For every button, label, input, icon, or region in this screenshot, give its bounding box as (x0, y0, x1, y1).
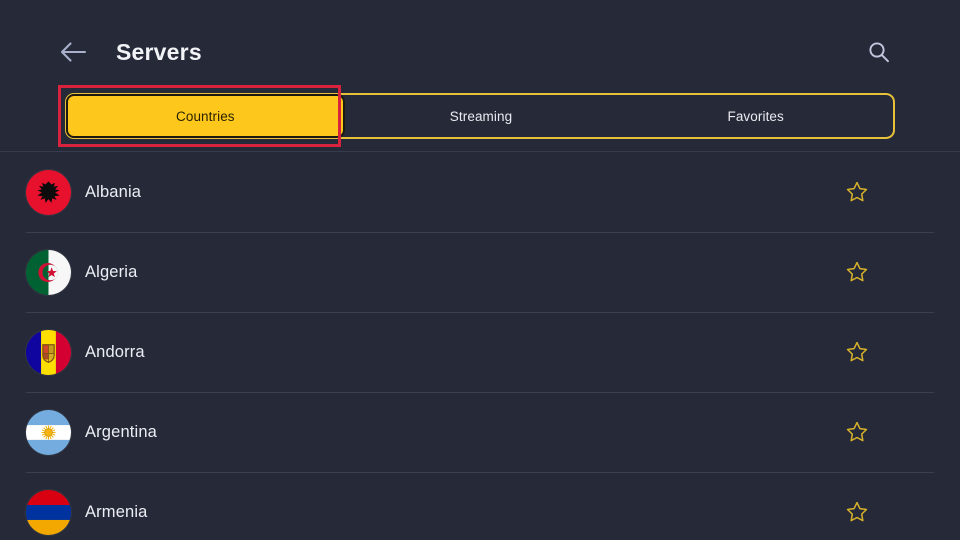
star-outline-icon (845, 340, 869, 364)
favorite-button[interactable] (842, 417, 872, 447)
search-button[interactable] (862, 35, 896, 69)
arrow-left-icon (59, 40, 87, 64)
search-icon (866, 39, 892, 65)
country-name: Armenia (85, 502, 148, 521)
country-name: Algeria (85, 262, 138, 281)
star-outline-icon (845, 180, 869, 204)
country-list[interactable]: Albania Algeria Andorra Argentina Armeni… (0, 152, 960, 540)
country-name: Argentina (85, 422, 157, 441)
andorra-flag-icon (26, 329, 71, 375)
argentina-flag-icon (26, 409, 71, 455)
tab-countries-label: Countries (175, 108, 235, 124)
tab-bar: Countries Streaming Favorites (65, 93, 895, 139)
page-title: Servers (116, 39, 202, 65)
app-bar: Servers (0, 0, 960, 88)
star-outline-icon (845, 420, 869, 444)
tab-favorites[interactable]: Favorites (618, 95, 893, 137)
star-outline-icon (845, 260, 869, 284)
list-item[interactable]: Albania (0, 152, 960, 232)
tab-streaming[interactable]: Streaming (344, 95, 619, 137)
list-item[interactable]: Armenia (0, 472, 960, 540)
list-item[interactable]: Andorra (0, 312, 960, 392)
favorite-button[interactable] (842, 337, 872, 367)
armenia-flag-icon (26, 489, 71, 535)
header: Servers Countries Streaming Favorites (0, 0, 960, 152)
algeria-flag-icon (26, 249, 71, 295)
star-outline-icon (845, 500, 869, 524)
favorite-button[interactable] (842, 497, 872, 527)
albania-flag-icon (26, 169, 71, 215)
favorite-button[interactable] (842, 177, 872, 207)
servers-screen: Servers Countries Streaming Favorites Al… (0, 0, 960, 540)
favorite-button[interactable] (842, 257, 872, 287)
tab-countries[interactable]: Countries (66, 94, 345, 138)
country-name: Albania (85, 182, 142, 201)
tab-streaming-label: Streaming (449, 108, 513, 124)
country-name: Andorra (85, 342, 145, 361)
list-item[interactable]: Argentina (0, 392, 960, 472)
back-button[interactable] (56, 36, 90, 68)
list-item[interactable]: Algeria (0, 232, 960, 312)
tab-favorites-label: Favorites (727, 108, 784, 124)
